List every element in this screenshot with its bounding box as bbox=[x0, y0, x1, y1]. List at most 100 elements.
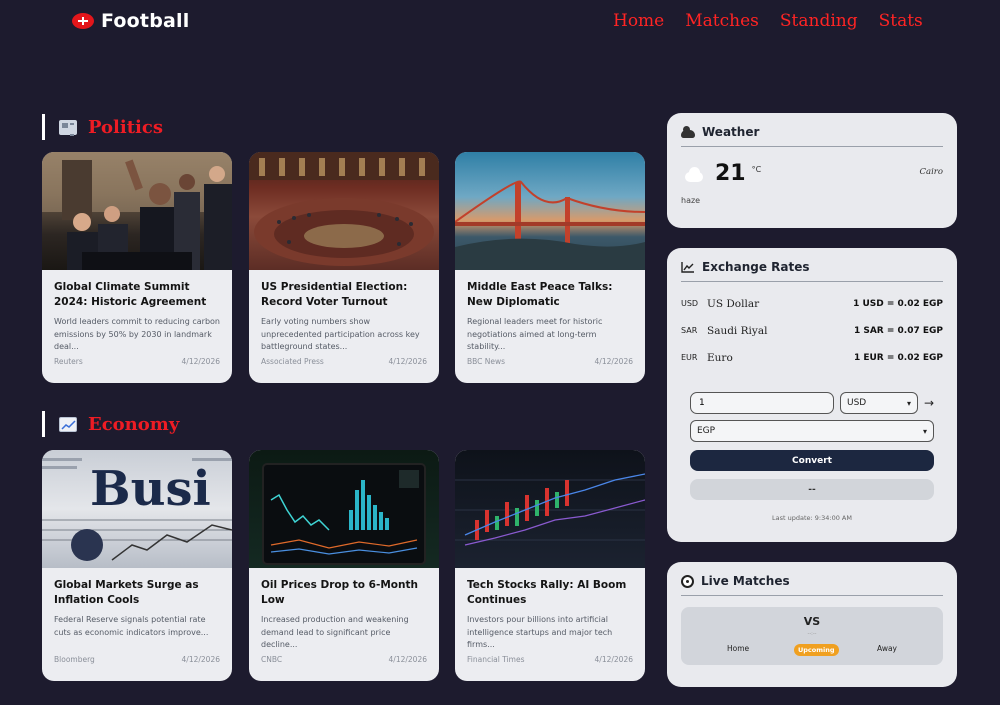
weather-current: 21 °C Cairo bbox=[681, 161, 943, 186]
currency-code: SAR bbox=[681, 326, 698, 335]
article-source: BBC News bbox=[467, 357, 506, 366]
article-date: 4/12/2026 bbox=[388, 655, 427, 664]
article-source: Financial Times bbox=[467, 655, 525, 664]
article-image bbox=[249, 152, 439, 270]
arrow-right-icon: → bbox=[924, 396, 935, 410]
currency-code: EUR bbox=[681, 353, 698, 362]
rate-row: USD US Dollar 1 USD = 0.02 EGP bbox=[681, 290, 943, 317]
to-currency-value: EGP bbox=[697, 426, 716, 436]
match-time: --:-- bbox=[807, 631, 817, 637]
section-heading-politics: Politics bbox=[42, 114, 163, 140]
rate-value: 1 SAR = 0.07 EGP bbox=[853, 325, 943, 336]
from-currency-value: USD bbox=[847, 398, 867, 408]
article-date: 4/12/2026 bbox=[594, 655, 633, 664]
article-image bbox=[42, 152, 232, 270]
section-heading-economy: Economy bbox=[42, 411, 179, 437]
news-card[interactable]: Busi Global Markets Surge as Inflation C… bbox=[42, 450, 232, 681]
article-date: 4/12/2026 bbox=[388, 357, 427, 366]
widget-header: Live Matches bbox=[681, 574, 943, 596]
status-badge: Upcoming bbox=[794, 644, 839, 656]
article-source: Associated Press bbox=[261, 357, 324, 366]
section-divider bbox=[42, 114, 45, 140]
article-description: Regional leaders meet for historic negot… bbox=[467, 317, 603, 351]
cloud-icon bbox=[681, 125, 695, 138]
currency-name: Saudi Riyal bbox=[707, 324, 768, 337]
currency-name: US Dollar bbox=[707, 297, 760, 310]
widget-title: Weather bbox=[702, 125, 760, 139]
widget-title: Exchange Rates bbox=[702, 260, 810, 274]
weather-city: Cairo bbox=[919, 167, 943, 177]
article-image bbox=[455, 152, 645, 270]
nav-matches[interactable]: Matches bbox=[685, 11, 759, 31]
match-vs: VS bbox=[803, 615, 821, 628]
article-source: Reuters bbox=[54, 357, 83, 366]
news-card[interactable]: US Presidential Election: Record Voter T… bbox=[249, 152, 439, 383]
exchange-widget: Exchange Rates USD US Dollar 1 USD = 0.0… bbox=[667, 248, 957, 542]
article-title[interactable]: Middle East Peace Talks: New Diplomatic … bbox=[467, 280, 633, 310]
nav-standing[interactable]: Standing bbox=[780, 11, 858, 31]
amount-input[interactable] bbox=[690, 392, 834, 414]
article-source: Bloomberg bbox=[54, 655, 95, 664]
rate-row: SAR Saudi Riyal 1 SAR = 0.07 EGP bbox=[681, 317, 943, 344]
from-currency-select[interactable]: USD ▾ bbox=[840, 392, 918, 414]
newspaper-icon bbox=[59, 119, 77, 136]
last-update: Last update: 9:34:00 AM bbox=[772, 514, 852, 522]
chevron-down-icon: ▾ bbox=[922, 426, 927, 436]
chart-icon bbox=[59, 416, 77, 432]
nav-stats[interactable]: Stats bbox=[879, 11, 923, 31]
haze-icon bbox=[681, 164, 705, 184]
nav-home[interactable]: Home bbox=[613, 11, 664, 31]
article-image bbox=[249, 450, 439, 568]
news-card[interactable]: Middle East Peace Talks: New Diplomatic … bbox=[455, 152, 645, 383]
article-description: Investors pour billions into artificial … bbox=[467, 615, 613, 649]
rate-row: EUR Euro 1 EUR = 0.02 EGP bbox=[681, 344, 943, 371]
temperature: 21 bbox=[715, 161, 746, 186]
widget-header: Exchange Rates bbox=[681, 260, 943, 282]
article-source: CNBC bbox=[261, 655, 283, 664]
section-divider bbox=[42, 411, 45, 437]
currency-name: Euro bbox=[707, 351, 733, 364]
rates-list: USD US Dollar 1 USD = 0.02 EGP SAR Saudi… bbox=[681, 290, 943, 371]
svg-text:Busi: Busi bbox=[90, 461, 211, 517]
brand-logo[interactable]: Football bbox=[72, 10, 189, 32]
converter: USD ▾ → EGP ▾ Convert -- Last update: 9:… bbox=[681, 392, 943, 522]
news-card[interactable]: Global Climate Summit 2024: Historic Agr… bbox=[42, 152, 232, 383]
line-chart-icon bbox=[681, 261, 695, 273]
currency-code: USD bbox=[681, 299, 699, 308]
article-date: 4/12/2026 bbox=[181, 655, 220, 664]
brand-name: Football bbox=[101, 10, 190, 32]
article-date: 4/12/2026 bbox=[181, 357, 220, 366]
rate-value: 1 USD = 0.02 EGP bbox=[853, 298, 943, 309]
article-description: Federal Reserve signals potential rate c… bbox=[54, 615, 209, 637]
news-card[interactable]: Oil Prices Drop to 6-Month Low Increased… bbox=[249, 450, 439, 681]
article-image bbox=[455, 450, 645, 568]
article-title[interactable]: US Presidential Election: Record Voter T… bbox=[261, 280, 427, 310]
away-team: Away bbox=[877, 644, 897, 653]
to-currency-select[interactable]: EGP ▾ bbox=[690, 420, 934, 442]
section-title: Politics bbox=[88, 116, 163, 138]
article-title[interactable]: Global Climate Summit 2024: Historic Agr… bbox=[54, 280, 220, 310]
soccer-ball-icon bbox=[681, 574, 694, 588]
conversion-result: -- bbox=[690, 479, 934, 500]
news-card[interactable]: Tech Stocks Rally: AI Boom Continues Inv… bbox=[455, 450, 645, 681]
section-title: Economy bbox=[88, 413, 180, 435]
main-nav: Home Matches Standing Stats bbox=[613, 11, 923, 31]
article-title[interactable]: Tech Stocks Rally: AI Boom Continues bbox=[467, 578, 633, 608]
weather-condition: haze bbox=[681, 196, 701, 205]
article-date: 4/12/2026 bbox=[594, 357, 633, 366]
widget-title: Live Matches bbox=[701, 574, 790, 588]
article-description: World leaders commit to reducing carbon … bbox=[54, 317, 220, 351]
home-team: Home bbox=[727, 644, 750, 653]
rate-value: 1 EUR = 0.02 EGP bbox=[853, 352, 943, 363]
convert-button[interactable]: Convert bbox=[690, 450, 934, 471]
football-icon bbox=[72, 13, 94, 29]
article-title[interactable]: Oil Prices Drop to 6-Month Low bbox=[261, 578, 427, 608]
weather-widget: Weather 21 °C Cairo haze bbox=[667, 113, 957, 228]
widget-header: Weather bbox=[681, 125, 943, 147]
article-description: Early voting numbers show unprecedented … bbox=[261, 317, 420, 351]
match-card[interactable]: VS --:-- Home Upcoming Away bbox=[681, 607, 943, 665]
live-matches-widget: Live Matches VS --:-- Home Upcoming Away bbox=[667, 562, 957, 687]
chevron-down-icon: ▾ bbox=[906, 398, 911, 408]
temperature-unit: °C bbox=[751, 165, 762, 174]
article-title[interactable]: Global Markets Surge as Inflation Cools bbox=[54, 578, 220, 608]
